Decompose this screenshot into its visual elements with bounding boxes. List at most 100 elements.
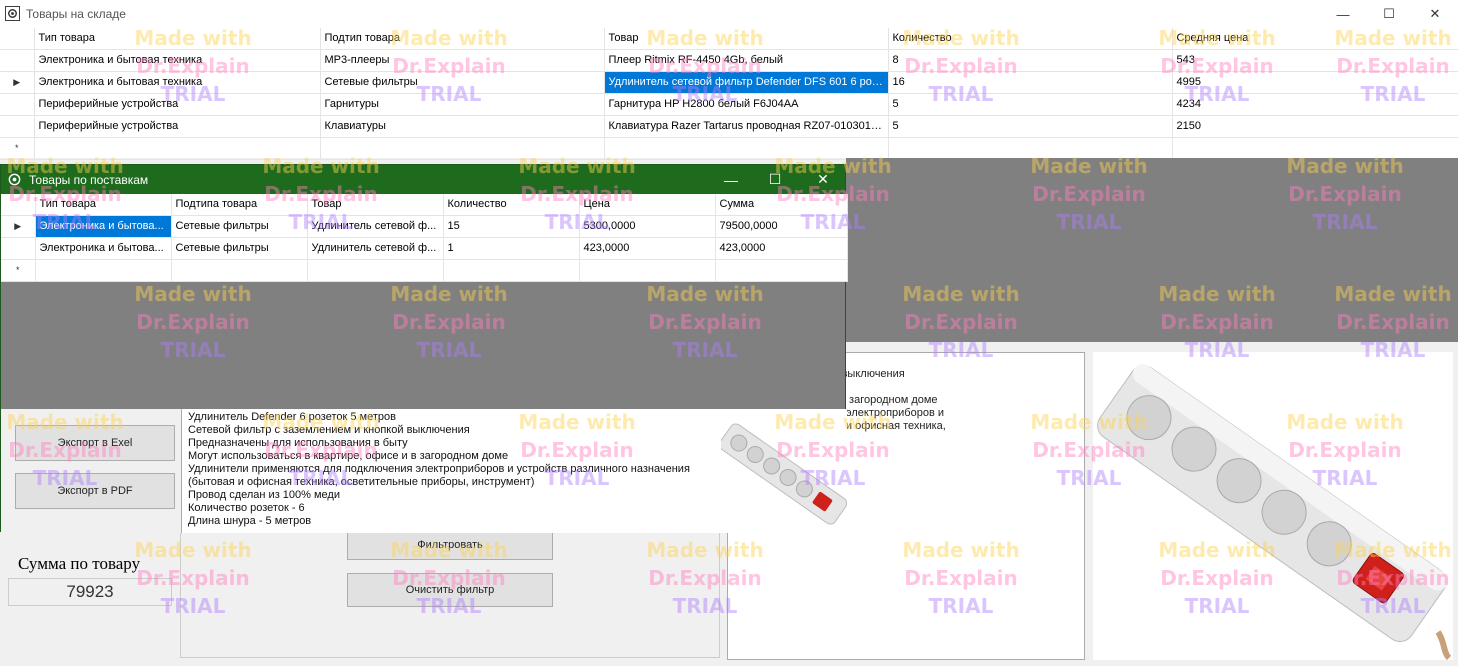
cell-qty[interactable]: 15 [443, 215, 580, 238]
empty-cell[interactable] [34, 137, 321, 160]
cell-price[interactable]: 423,0000 [579, 237, 716, 260]
stock-grid-header: Тип товара Подтип товара Товар Количеств… [0, 28, 1458, 50]
empty-cell[interactable] [443, 259, 580, 282]
power-strip-image [719, 423, 848, 525]
cell-subtype[interactable]: Сетевые фильтры [320, 71, 605, 94]
new-row-marker-icon[interactable]: * [0, 137, 35, 160]
table-row[interactable]: ▶ Электроника и бытова... Сетевые фильтр… [1, 215, 848, 238]
empty-cell[interactable] [604, 137, 889, 160]
table-row[interactable]: Электроника и бытова... Сетевые фильтры … [1, 237, 848, 260]
cell-qty[interactable]: 5 [888, 115, 1173, 138]
close-icon: ✕ [817, 171, 829, 187]
deliveries-lower-panel: Экспорт в Exel Экспорт в PDF Удлинитель … [1, 409, 848, 533]
maximize-icon: ☐ [1383, 6, 1395, 21]
cell-avg-price[interactable]: 4234 [1172, 93, 1458, 116]
column-header[interactable]: Товар [307, 194, 444, 216]
column-header[interactable]: Количество [443, 194, 580, 216]
minimize-icon: — [724, 171, 738, 188]
row-header-corner [0, 28, 35, 50]
new-row[interactable]: * [1, 259, 848, 282]
column-header[interactable]: Средняя цена [1172, 28, 1458, 50]
row-header-corner [1, 194, 36, 216]
mdi-background [846, 158, 1458, 342]
power-strip-image [1097, 364, 1452, 661]
cell-subtype[interactable]: Сетевые фильтры [171, 237, 308, 260]
filter-button[interactable]: Фильтровать [347, 530, 553, 560]
deliveries-window: Товары по поставкам — ☐ ✕ Тип товара Под… [0, 164, 848, 533]
cell-subtype[interactable]: Гарнитуры [320, 93, 605, 116]
empty-cell[interactable] [715, 259, 848, 282]
deliveries-grid[interactable]: Тип товара Подтипа товара Товар Количест… [1, 194, 848, 282]
current-row-indicator-icon[interactable]: ▶ [1, 215, 36, 238]
cell-product[interactable]: Удлинитель сетевой ф... [307, 237, 444, 260]
deliveries-description-panel[interactable]: Удлинитель Defender 6 розеток 5 метров С… [181, 409, 721, 533]
close-button[interactable]: ✕ [1412, 0, 1458, 28]
child-close-button[interactable]: ✕ [801, 165, 845, 194]
cell-price[interactable]: 5300,0000 [579, 215, 716, 238]
empty-cell[interactable] [320, 137, 605, 160]
column-header[interactable]: Количество [888, 28, 1173, 50]
cell-type[interactable]: Периферийные устройства [34, 93, 321, 116]
clear-filter-button[interactable]: Очистить фильтр [347, 573, 553, 607]
child-maximize-button[interactable]: ☐ [753, 165, 797, 194]
table-row[interactable]: ▶ Электроника и бытовая техника Сетевые … [0, 71, 1458, 94]
empty-cell[interactable] [171, 259, 308, 282]
empty-cell[interactable] [1172, 137, 1458, 160]
cell-product[interactable]: Плеер Ritmix RF-4450 4Gb, белый [604, 49, 889, 72]
column-header[interactable]: Товар [604, 28, 889, 50]
cell-type[interactable]: Электроника и бытовая техника [34, 71, 321, 94]
child-minimize-button[interactable]: — [709, 165, 753, 194]
cell-avg-price[interactable]: 543 [1172, 49, 1458, 72]
sum-value-field[interactable]: 79923 [8, 578, 172, 606]
cell-avg-price[interactable]: 4995 [1172, 71, 1458, 94]
maximize-button[interactable]: ☐ [1366, 0, 1412, 28]
cell-qty[interactable]: 1 [443, 237, 580, 260]
new-row-marker-icon[interactable]: * [1, 259, 36, 282]
table-row[interactable]: Периферийные устройства Гарнитуры Гарнит… [0, 93, 1458, 116]
cell-subtype[interactable]: MP3-плееры [320, 49, 605, 72]
app-gear-icon [5, 6, 20, 21]
column-header[interactable]: Подтипа товара [171, 194, 308, 216]
table-row[interactable]: Периферийные устройства Клавиатуры Клави… [0, 115, 1458, 138]
cell-qty[interactable]: 5 [888, 93, 1173, 116]
main-titlebar: Товары на складе — ☐ ✕ [0, 0, 1458, 28]
new-row[interactable]: * [0, 137, 1458, 160]
stock-grid[interactable]: Тип товара Подтип товара Товар Количеств… [0, 28, 1458, 160]
minimize-button[interactable]: — [1320, 0, 1366, 28]
cell-sum[interactable]: 79500,0000 [715, 215, 848, 238]
row-header[interactable] [0, 115, 35, 138]
current-row-indicator-icon[interactable]: ▶ [0, 71, 35, 94]
cell-product[interactable]: Гарнитура HP H2800 белый F6J04AA [604, 93, 889, 116]
column-header[interactable]: Тип товара [34, 28, 321, 50]
main-window-title: Товары на складе [26, 7, 126, 21]
cell-avg-price[interactable]: 2150 [1172, 115, 1458, 138]
deliveries-grid-header: Тип товара Подтипа товара Товар Количест… [1, 194, 848, 216]
cell-product[interactable]: Удлинитель сетевой ф... [307, 215, 444, 238]
empty-cell[interactable] [579, 259, 716, 282]
cell-subtype[interactable]: Клавиатуры [320, 115, 605, 138]
export-pdf-button[interactable]: Экспорт в PDF [15, 473, 175, 509]
column-header[interactable]: Цена [579, 194, 716, 216]
export-excel-button[interactable]: Экспорт в Exel [15, 425, 175, 461]
cell-type[interactable]: Периферийные устройства [34, 115, 321, 138]
column-header[interactable]: Сумма [715, 194, 848, 216]
cell-type-selected[interactable]: Электроника и бытова... [35, 215, 172, 238]
row-header[interactable] [1, 237, 36, 260]
cell-product-selected[interactable]: Удлинитель сетевой фильтр Defender DFS 6… [604, 71, 889, 94]
table-row[interactable]: Электроника и бытовая техника MP3-плееры… [0, 49, 1458, 72]
empty-cell[interactable] [888, 137, 1173, 160]
cell-qty[interactable]: 8 [888, 49, 1173, 72]
cell-subtype[interactable]: Сетевые фильтры [171, 215, 308, 238]
cell-type[interactable]: Электроника и бытова... [35, 237, 172, 260]
column-header[interactable]: Подтип товара [320, 28, 605, 50]
column-header[interactable]: Тип товара [35, 194, 172, 216]
cell-sum[interactable]: 423,0000 [715, 237, 848, 260]
cell-product[interactable]: Клавиатура Razer Tartarus проводная RZ07… [604, 115, 889, 138]
row-header[interactable] [0, 49, 35, 72]
deliveries-product-photo [719, 409, 848, 533]
empty-cell[interactable] [35, 259, 172, 282]
cell-type[interactable]: Электроника и бытовая техника [34, 49, 321, 72]
cell-qty[interactable]: 16 [888, 71, 1173, 94]
row-header[interactable] [0, 93, 35, 116]
empty-cell[interactable] [307, 259, 444, 282]
